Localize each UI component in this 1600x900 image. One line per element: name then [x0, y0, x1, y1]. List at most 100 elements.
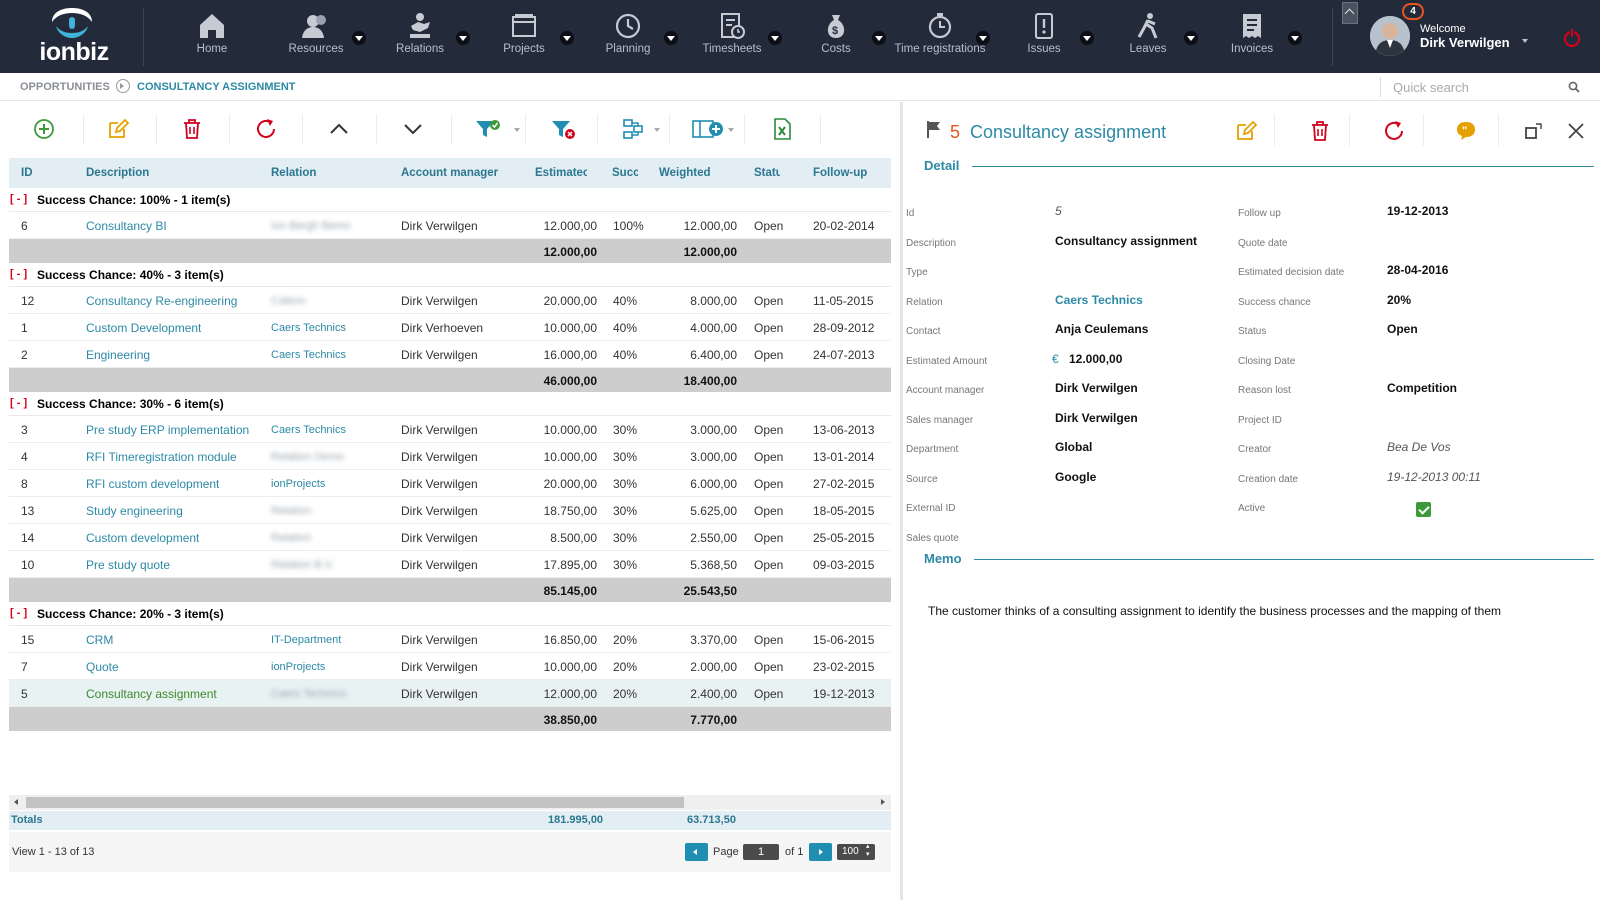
field-value-relation[interactable]: Caers Technics	[1055, 293, 1143, 307]
cell-relation-link[interactable]: ionProjects	[271, 478, 325, 490]
group-header-row[interactable]: [ - ] Success Chance: 20% - 3 item(s)	[9, 602, 891, 626]
table-row[interactable]: 10 Pre study quote Relation B.V. Dirk Verwi…	[9, 551, 891, 578]
group-dropdown-icon[interactable]	[654, 128, 660, 132]
page-number-input[interactable]	[743, 844, 779, 860]
table-row[interactable]: 4 RFI Timeregistration module Relation Dem…	[9, 443, 891, 470]
pane-splitter[interactable]	[900, 102, 903, 900]
chevron-down-icon[interactable]	[664, 31, 678, 45]
chevron-down-icon[interactable]	[1522, 39, 1528, 43]
cell-description-link[interactable]: Study engineering	[86, 504, 183, 518]
table-row[interactable]: 2 Engineering Caers Technics Dirk Verwilgen…	[9, 341, 891, 368]
chevron-down-icon[interactable]	[456, 31, 470, 45]
nav-time-registrations[interactable]: Time registrations	[888, 0, 992, 73]
chevron-down-icon[interactable]	[560, 31, 574, 45]
flag-icon[interactable]	[926, 120, 942, 138]
cell-description-link[interactable]: Consultancy assignment	[86, 687, 217, 701]
cell-relation-link[interactable]: Relation	[271, 505, 311, 517]
chevron-down-icon[interactable]	[1184, 31, 1198, 45]
cell-description-link[interactable]: Quote	[86, 660, 119, 674]
cell-relation-link[interactable]: Relation B.V.	[271, 559, 334, 571]
scroll-left-icon[interactable]	[14, 799, 18, 805]
comments-button[interactable]: "	[1444, 116, 1484, 146]
cell-description-link[interactable]: Custom development	[86, 531, 199, 545]
prev-page-button[interactable]	[685, 843, 708, 861]
nav-relations[interactable]: Relations	[368, 0, 472, 80]
nav-leaves[interactable]: Leaves	[1096, 0, 1200, 73]
table-row[interactable]: 6 Consultancy BI Ion Bergh Bemo Dirk Verwil…	[9, 212, 891, 239]
table-row[interactable]: 5 Consultancy assignment Caers Technics Dir…	[9, 680, 891, 707]
nav-projects[interactable]: Projects	[472, 0, 576, 73]
table-row[interactable]: 14 Custom development Relation Dirk Verwilg…	[9, 524, 891, 551]
column-header[interactable]: Weighted	[659, 167, 711, 179]
group-collapse-toggle[interactable]: [ - ]	[10, 193, 27, 205]
cell-relation-link[interactable]: Caers Technics	[271, 322, 346, 334]
group-header-row[interactable]: [ - ] Success Chance: 100% - 1 item(s)	[9, 188, 891, 212]
cell-description-link[interactable]: Pre study ERP implementation	[86, 423, 249, 437]
horizontal-scrollbar[interactable]	[9, 795, 891, 810]
detail-delete-button[interactable]	[1298, 116, 1338, 146]
collapse-all-button[interactable]	[315, 114, 363, 144]
notification-badge[interactable]: 4	[1402, 3, 1424, 20]
table-row[interactable]: 7 Quote ionProjects Dirk Verwilgen 10.000,00…	[9, 653, 891, 680]
table-row[interactable]: 13 Study engineering Relation Dirk Verwilge…	[9, 497, 891, 524]
expand-all-button[interactable]	[389, 114, 437, 144]
column-header[interactable]: Estimatec	[535, 167, 587, 179]
next-page-button[interactable]	[809, 843, 832, 861]
table-row[interactable]: 12 Consultancy Re-engineering Caleon Dirk V…	[9, 287, 891, 314]
columns-button[interactable]	[680, 114, 728, 144]
cell-relation-link[interactable]: Ion Bergh Bemo	[271, 220, 351, 232]
nav-issues[interactable]: Issues	[992, 0, 1096, 73]
collapse-header-button[interactable]	[1342, 2, 1358, 24]
delete-button[interactable]	[168, 114, 216, 144]
chevron-down-icon[interactable]	[872, 31, 886, 45]
cell-description-link[interactable]: Pre study quote	[86, 558, 170, 572]
column-header[interactable]: Relation	[271, 167, 316, 179]
group-collapse-toggle[interactable]: [ - ]	[10, 607, 27, 619]
cell-description-link[interactable]: Engineering	[86, 348, 150, 362]
column-header[interactable]: Description	[86, 167, 149, 179]
column-header[interactable]: Follow-up	[813, 167, 867, 179]
columns-dropdown-icon[interactable]	[728, 128, 734, 132]
cell-description-link[interactable]: Consultancy BI	[86, 219, 167, 233]
scroll-right-icon[interactable]	[881, 799, 885, 805]
cell-relation-link[interactable]: Caers Technics	[271, 688, 346, 700]
add-button[interactable]	[20, 114, 68, 144]
detail-refresh-button[interactable]	[1372, 116, 1412, 146]
export-excel-button[interactable]	[758, 114, 806, 144]
chevron-down-icon[interactable]	[1080, 31, 1094, 45]
search-icon[interactable]	[1568, 81, 1580, 93]
quick-search-input[interactable]	[1380, 77, 1590, 97]
active-checkbox[interactable]	[1416, 502, 1431, 517]
edit-button[interactable]	[94, 114, 142, 144]
nav-home[interactable]: Home	[160, 0, 264, 73]
filter-dropdown-icon[interactable]	[514, 128, 520, 132]
cell-description-link[interactable]: CRM	[86, 633, 113, 647]
cell-description-link[interactable]: RFI Timeregistration module	[86, 450, 237, 464]
cell-description-link[interactable]: Custom Development	[86, 321, 201, 335]
refresh-button[interactable]	[242, 114, 290, 144]
chevron-down-icon[interactable]	[768, 31, 782, 45]
table-row[interactable]: 1 Custom Development Caers Technics Dirk Ve…	[9, 314, 891, 341]
column-header[interactable]: Statu	[754, 167, 780, 179]
cell-relation-link[interactable]: Caers Technics	[271, 424, 346, 436]
chevron-down-icon[interactable]	[976, 31, 990, 45]
cell-description-link[interactable]: RFI custom development	[86, 477, 219, 491]
user-name[interactable]: Dirk Verwilgen	[1420, 35, 1510, 50]
cell-relation-link[interactable]: Relation Demo	[271, 451, 344, 463]
column-header[interactable]: Account manager	[401, 167, 498, 179]
nav-timesheets[interactable]: Timesheets	[680, 0, 784, 73]
cell-relation-link[interactable]: Caleon	[271, 295, 306, 307]
page-size-select[interactable]: 100	[837, 843, 875, 860]
group-header-row[interactable]: [ - ] Success Chance: 40% - 3 item(s)	[9, 263, 891, 287]
nav-resources[interactable]: Resources	[264, 0, 368, 73]
group-collapse-toggle[interactable]: [ - ]	[10, 268, 27, 280]
cell-relation-link[interactable]: Relation	[271, 532, 311, 544]
close-button[interactable]	[1554, 116, 1594, 146]
group-button[interactable]	[610, 114, 658, 144]
cell-relation-link[interactable]: ionProjects	[271, 661, 325, 673]
nav-invoices[interactable]: Invoices	[1200, 0, 1304, 73]
scrollbar-thumb[interactable]	[26, 797, 684, 808]
table-row[interactable]: 3 Pre study ERP implementation Caers Techn…	[9, 416, 891, 443]
maximize-button[interactable]	[1512, 116, 1552, 146]
cell-description-link[interactable]: Consultancy Re-engineering	[86, 294, 237, 308]
